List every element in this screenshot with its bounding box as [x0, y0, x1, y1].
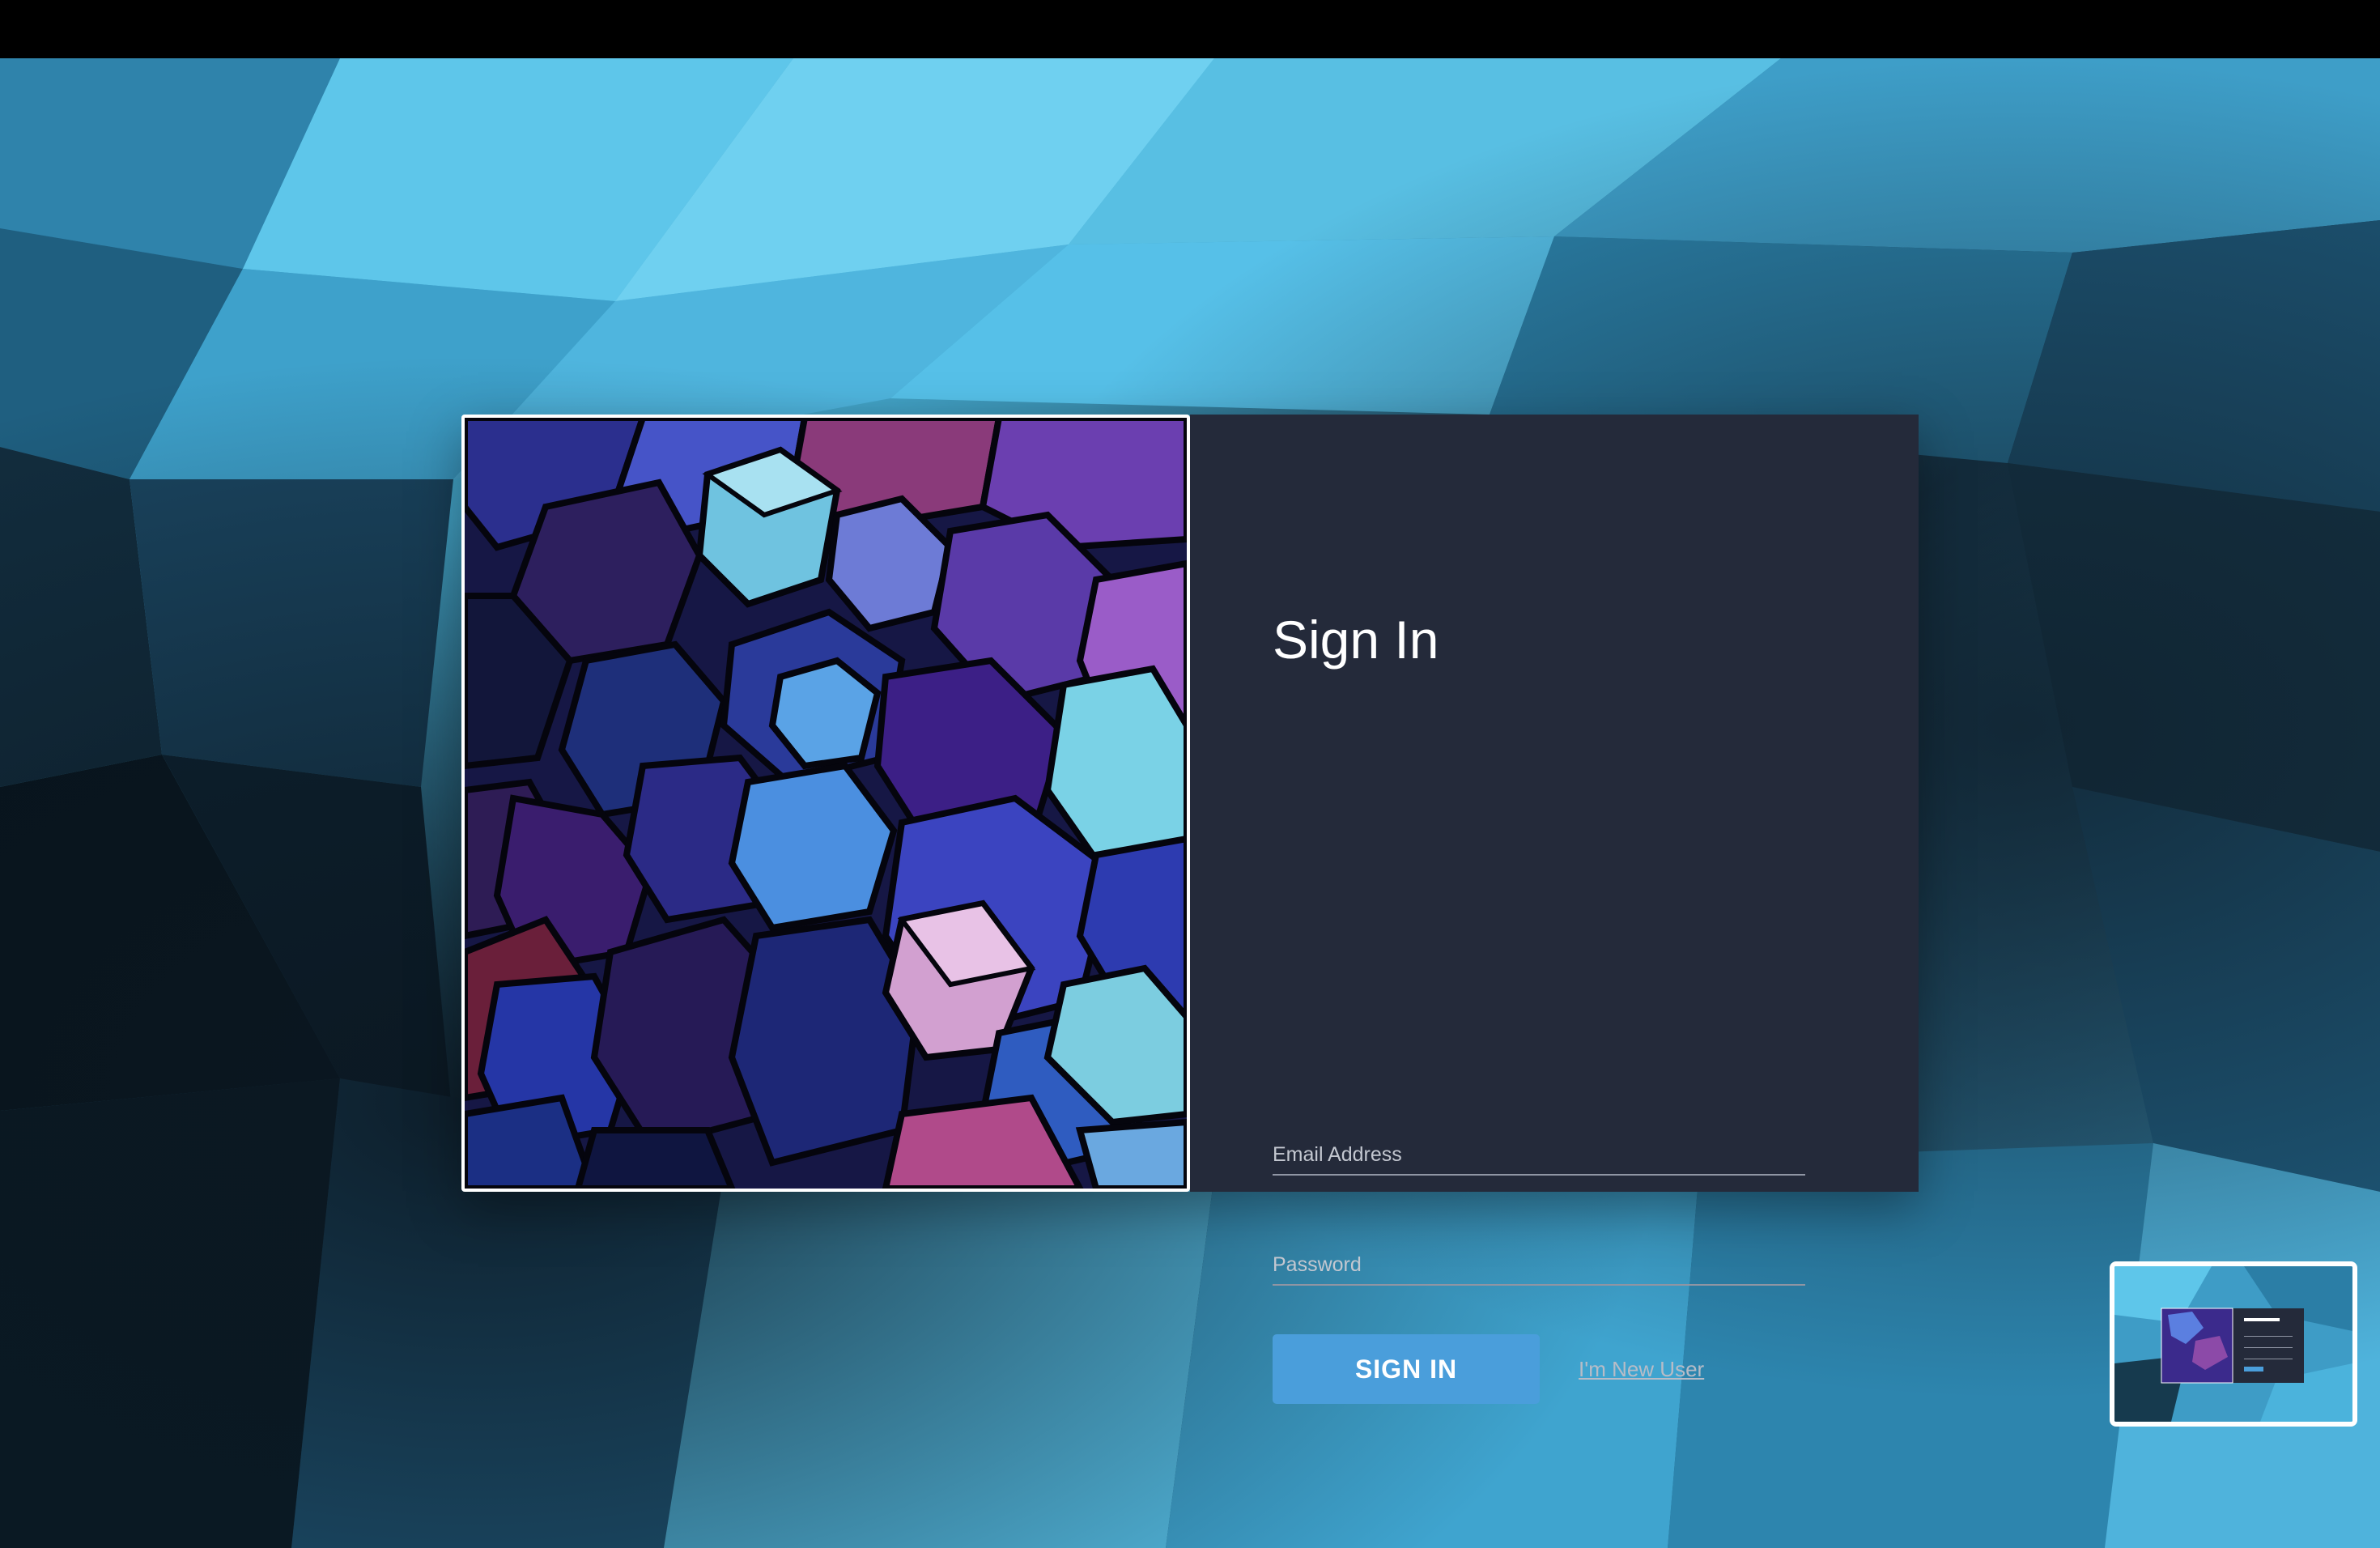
sign-in-panel: Sign In SIGN IN I'm New User — [1190, 415, 1919, 1404]
page-title: Sign In — [1273, 610, 1439, 670]
top-black-bar — [0, 0, 2380, 58]
thumbnail-preview-icon — [2114, 1266, 2352, 1422]
password-field[interactable] — [1273, 1221, 1805, 1284]
cubes-art — [465, 418, 1187, 1189]
cubes-illustration — [461, 415, 1190, 1192]
sign-in-button[interactable]: SIGN IN — [1273, 1334, 1540, 1404]
email-field[interactable] — [1273, 1111, 1805, 1174]
screen: Sign In SIGN IN I'm New User — [0, 0, 2380, 1548]
form-actions: SIGN IN I'm New User — [1273, 1334, 1704, 1404]
new-user-link[interactable]: I'm New User — [1579, 1357, 1704, 1382]
password-field-wrapper — [1273, 1221, 1805, 1286]
login-card: Sign In SIGN IN I'm New User — [461, 415, 1919, 1404]
email-field-wrapper — [1273, 1111, 1805, 1176]
window-preview-thumbnail[interactable] — [2110, 1261, 2357, 1427]
